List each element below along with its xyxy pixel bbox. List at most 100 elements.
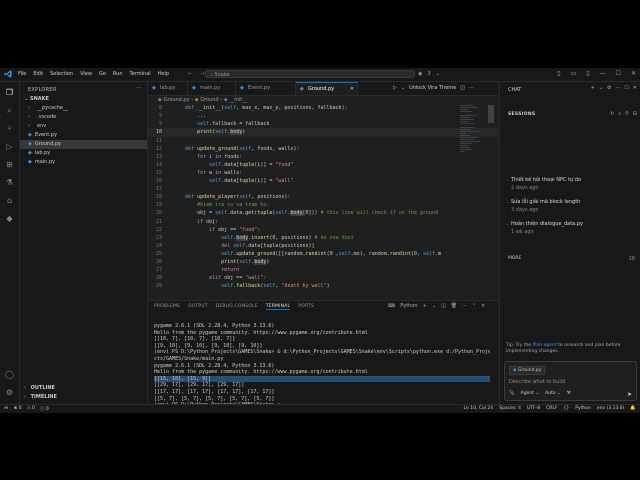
tree-item[interactable]: ◆ lab.py bbox=[20, 149, 147, 158]
terminal-output[interactable]: pygame 2.6.1 (SDL 2.28.4, Python 3.13.6)… bbox=[154, 323, 490, 405]
chat-session-item[interactable]: · Thiết kế hội thoại NPC tự do 2 days ago bbox=[507, 177, 581, 191]
indentation[interactable]: Spaces: 4 bbox=[499, 406, 521, 411]
tree-root-snake[interactable]: ⌄ SNAKE bbox=[20, 95, 147, 104]
menu-item-selection[interactable]: Selection bbox=[50, 71, 73, 77]
editor-scrollbar[interactable] bbox=[488, 105, 494, 123]
chat-input-box[interactable]: ◆ Ground.py Describe what to build 📎 Age… bbox=[504, 361, 637, 401]
breadcrumb-file[interactable]: Ground.py bbox=[163, 97, 189, 103]
more-actions-icon[interactable]: ··· bbox=[616, 85, 621, 91]
panel-tab-output[interactable]: OUTPUT bbox=[188, 304, 208, 310]
split-editor-icon[interactable]: ◫ bbox=[460, 85, 465, 91]
more-actions-icon[interactable]: ··· bbox=[136, 85, 141, 91]
gear-icon[interactable]: ⚙ bbox=[607, 85, 611, 91]
encoding[interactable]: UTF-8 bbox=[527, 406, 540, 411]
menu-item-help[interactable]: Help bbox=[158, 71, 169, 77]
tree-item[interactable]: › .vscode bbox=[20, 113, 147, 122]
more-sessions[interactable]: MORE bbox=[508, 256, 521, 261]
maximize-icon[interactable]: ☐ bbox=[616, 70, 621, 77]
close-icon[interactable]: ✕ bbox=[633, 85, 637, 91]
copilot-icon[interactable]: ◉ bbox=[418, 71, 422, 77]
layout-panel-icon[interactable]: ▭ bbox=[571, 70, 577, 77]
menu-item-view[interactable]: View bbox=[80, 71, 92, 77]
gear-icon[interactable]: ⚙ bbox=[5, 388, 14, 397]
chevron-down-icon[interactable]: ⌄ bbox=[432, 303, 436, 309]
extensions-icon[interactable]: ⊞ bbox=[5, 160, 14, 169]
braces[interactable]: {} bbox=[564, 406, 570, 411]
search-icon[interactable]: ⌕ bbox=[618, 111, 621, 117]
search-sidebar-icon[interactable]: ⌕ bbox=[5, 106, 14, 115]
agent-mode-select[interactable]: Agent ⌄ bbox=[521, 391, 540, 396]
layout-sidebar-icon[interactable]: ▯ bbox=[557, 70, 560, 77]
end-of-line[interactable]: CRLF bbox=[546, 406, 557, 411]
panel-tab-ports[interactable]: PORTS bbox=[298, 304, 314, 310]
warnings-indicator[interactable]: ⚠ 0 bbox=[27, 406, 35, 412]
terminal-shell-label[interactable]: Python bbox=[400, 303, 417, 309]
minimize-icon[interactable]: — bbox=[600, 70, 606, 77]
outline-section[interactable]: › OUTLINE bbox=[20, 384, 147, 393]
chat-input-placeholder[interactable]: Describe what to build bbox=[509, 379, 565, 385]
tree-item[interactable]: › __pycache__ bbox=[20, 104, 147, 113]
more-actions-icon[interactable]: ··· bbox=[469, 85, 474, 91]
model-select[interactable]: Auto ⌄ bbox=[545, 391, 561, 396]
breadcrumb-class[interactable]: Ground bbox=[200, 97, 218, 103]
timeline-section[interactable]: › TIMELINE bbox=[20, 393, 147, 402]
editor-tab[interactable]: ◆ Ground.py ✕ bbox=[296, 82, 358, 95]
run-debug-icon[interactable]: ▷ bbox=[5, 142, 14, 151]
errors-indicator[interactable]: ⊗ 0 bbox=[14, 406, 22, 412]
chat-session-item[interactable]: · Hoàn thiện dialogue_data.py 1 wk ago bbox=[507, 221, 583, 235]
tree-item[interactable]: ◆ Ground.py bbox=[20, 140, 147, 149]
collapse-icon[interactable]: ⊟ bbox=[633, 111, 637, 117]
split-terminal-icon[interactable]: ◫ bbox=[441, 303, 446, 309]
tree-item[interactable]: ◆ Event.py bbox=[20, 131, 147, 140]
attach-icon[interactable]: 📎 bbox=[509, 391, 515, 396]
forward-arrow-icon[interactable]: → bbox=[200, 71, 204, 77]
menu-item-edit[interactable]: Edit bbox=[33, 71, 43, 77]
tree-item[interactable]: ◆ main.py bbox=[20, 158, 147, 167]
chevron-down-icon[interactable]: ⌄ bbox=[599, 85, 603, 91]
python-interpreter[interactable]: env (3.13.6) bbox=[597, 406, 625, 411]
remote-icon[interactable]: ⋈ bbox=[4, 406, 9, 412]
language-mode[interactable]: Python bbox=[575, 406, 591, 411]
chat-session-item[interactable]: · Sửa lỗi giải mã block length 3 days ago bbox=[507, 199, 580, 213]
close-icon[interactable]: ✕ bbox=[631, 70, 636, 77]
chevron-down-icon[interactable]: ⌄ bbox=[401, 85, 405, 91]
infos-indicator[interactable]: ⓘ 0 bbox=[40, 406, 49, 412]
refresh-icon[interactable]: ↻ bbox=[610, 111, 614, 117]
panel-tab-debug-console[interactable]: DEBUG CONSOLE bbox=[216, 304, 258, 310]
editor-tab[interactable]: ◆ lab.py bbox=[148, 82, 188, 95]
new-chat-icon[interactable]: + bbox=[591, 85, 595, 91]
theme-button[interactable]: Unlock Vira Theme bbox=[409, 85, 456, 91]
remote-explorer-icon[interactable]: ⌂ bbox=[5, 196, 14, 205]
menu-item-file[interactable]: File bbox=[18, 71, 26, 77]
source-control-icon[interactable]: ⑂ bbox=[5, 124, 14, 133]
menu-item-go[interactable]: Go bbox=[99, 71, 106, 77]
bell-icon[interactable]: 🔔 bbox=[630, 406, 636, 411]
menu-item-run[interactable]: Run bbox=[113, 71, 123, 77]
cursor-position[interactable]: Ln 10, Col 24 bbox=[463, 406, 493, 411]
panel-tab-problems[interactable]: PROBLEMS bbox=[154, 304, 180, 310]
editor-tab[interactable]: ◆ Event.py bbox=[236, 82, 296, 95]
panel-tab-terminal[interactable]: TERMINAL bbox=[265, 304, 291, 310]
menu-item-terminal[interactable]: Terminal bbox=[130, 71, 151, 77]
tree-item[interactable]: › env bbox=[20, 122, 147, 131]
chevron-down-icon[interactable]: ⌄ bbox=[436, 71, 440, 77]
new-terminal-icon[interactable]: + bbox=[423, 303, 427, 309]
close-tab-icon[interactable]: ✕ bbox=[350, 83, 354, 96]
more-actions-icon[interactable]: ··· bbox=[462, 303, 467, 309]
tools-icon[interactable]: ⚒ bbox=[567, 391, 571, 396]
python-icon[interactable]: ◆ bbox=[5, 214, 14, 223]
files-icon[interactable]: ❐ bbox=[5, 88, 14, 97]
minimap[interactable] bbox=[460, 105, 480, 152]
run-python-icon[interactable]: ▷ bbox=[393, 85, 397, 91]
maximize-icon[interactable]: ☐ bbox=[624, 85, 628, 91]
back-arrow-icon[interactable]: ← bbox=[188, 71, 192, 77]
trash-icon[interactable]: 🗑 bbox=[451, 303, 457, 309]
filter-icon[interactable]: ⚲ bbox=[625, 111, 629, 117]
plan-agent-link[interactable]: Plan agent bbox=[533, 343, 557, 348]
testing-icon[interactable]: ⚗ bbox=[5, 178, 14, 187]
attachment-chip[interactable]: ◆ Ground.py bbox=[509, 366, 546, 375]
maximize-panel-icon[interactable]: ⌃ bbox=[472, 303, 476, 309]
account-icon[interactable]: ◯ bbox=[5, 370, 14, 379]
close-panel-icon[interactable]: ✕ bbox=[481, 303, 485, 309]
editor-tab[interactable]: ◆ main.py bbox=[188, 82, 236, 95]
